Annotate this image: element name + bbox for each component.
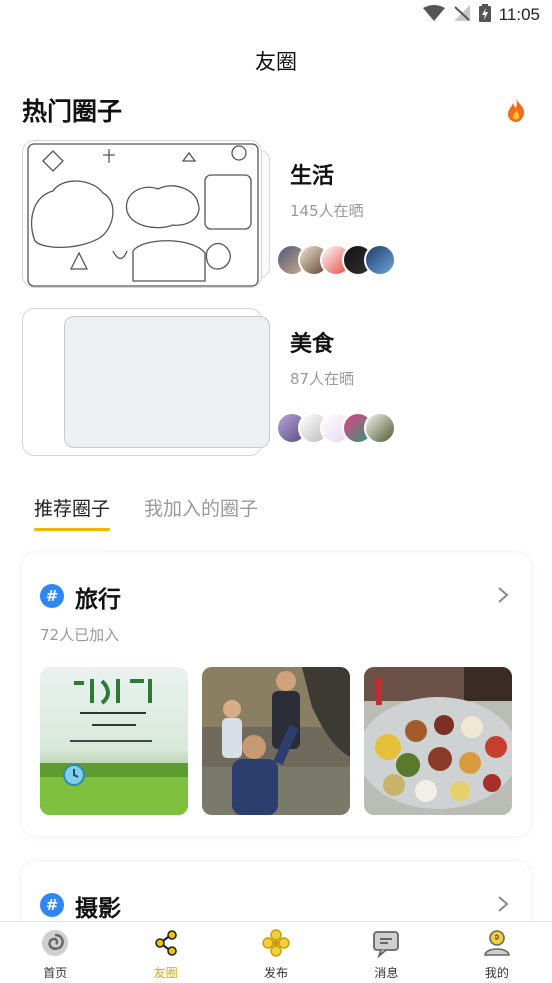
battery-icon [478,4,491,26]
chevron-right-icon[interactable] [497,895,509,917]
nav-publish[interactable]: 发布 [221,922,331,983]
tab-recommended[interactable]: 推荐圈子 [34,494,111,531]
circle-count: 145人在晒 [290,202,364,220]
status-time: 11:05 [498,5,540,24]
nav-profile[interactable]: 我的 [442,922,552,983]
photo-thumbnail[interactable] [40,667,188,815]
nav-label: 我的 [484,966,509,980]
fire-icon [506,98,526,126]
avatar [364,244,396,276]
message-icon [371,928,401,962]
status-bar: 11:05 [0,0,552,32]
page-title: 友圈 [255,50,297,74]
bottom-nav: 首页 友圈 发布 消息 我的 [0,921,552,983]
photo-thumbnail[interactable] [202,667,350,815]
profile-icon [482,928,512,962]
nav-label: 首页 [43,966,68,980]
nav-label: 消息 [374,966,399,980]
life-cover-image [22,140,262,288]
circle-count: 72人已加入 [40,626,120,644]
share-nodes-icon [151,928,181,962]
circle-name: 生活 [290,164,335,189]
card-stack-mid [64,316,270,448]
photo-thumbnail[interactable] [364,667,512,815]
recommend-card-travel[interactable]: # 旅行 72人已加入 [22,553,531,836]
no-signal-icon [453,5,471,25]
circle-name: 美食 [290,332,335,357]
wifi-icon [422,5,445,25]
section-title-hot: 热门圈子 [22,97,123,126]
hashtag-icon: # [40,893,64,917]
photo-grid [40,667,512,815]
circle-name: 旅行 [75,587,121,613]
circle-tabs: 推荐圈子 我加入的圈子 [34,494,258,531]
nav-label: 友圈 [153,966,178,980]
nav-circle[interactable]: 友圈 [110,922,220,983]
hashtag-icon: # [40,584,64,608]
hot-circle-food[interactable]: 美食 87人在晒 [22,308,532,458]
publish-icon [261,928,291,962]
circle-name: 摄影 [75,896,121,922]
circle-count: 87人在晒 [290,370,355,388]
home-swirl-icon [40,928,70,962]
nav-label: 发布 [264,966,289,980]
chevron-right-icon[interactable] [497,586,509,608]
nav-messages[interactable]: 消息 [331,922,441,983]
tab-joined[interactable]: 我加入的圈子 [144,494,258,529]
avatar [364,412,396,444]
nav-home[interactable]: 首页 [0,922,110,983]
hot-circle-life[interactable]: 生活 145人在晒 [22,140,532,290]
